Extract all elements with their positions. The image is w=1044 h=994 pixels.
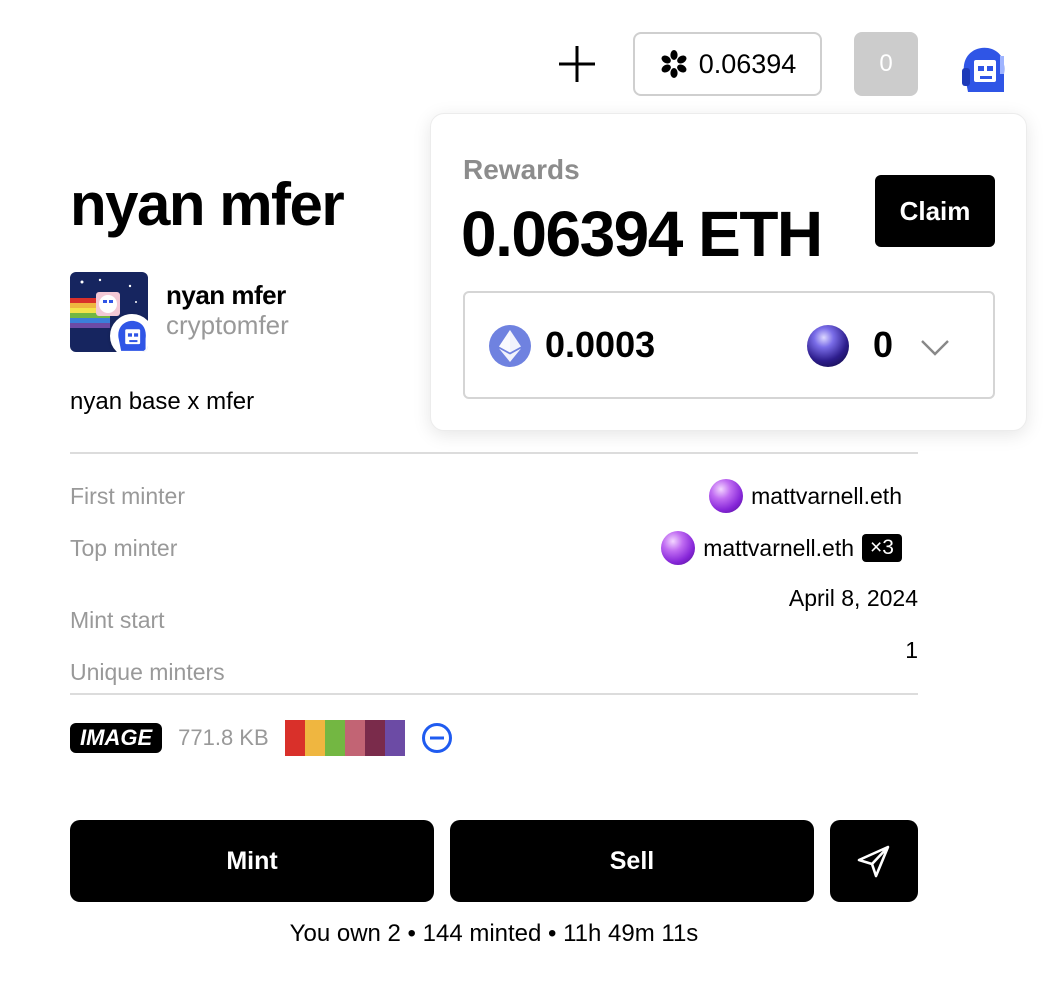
- top-minter-row: Top minter mattvarnell.eth ×3: [70, 528, 918, 568]
- mint-start-row: Mint start April 8, 2024: [70, 578, 918, 633]
- user-avatar[interactable]: [956, 42, 1012, 98]
- ethereum-icon: [489, 325, 531, 367]
- plus-icon: [559, 46, 595, 82]
- share-button[interactable]: [830, 820, 918, 902]
- color-swatch: [364, 720, 385, 756]
- creator-handle: cryptomfer: [166, 310, 289, 340]
- balance-value: 0.06394: [698, 48, 797, 79]
- creator-name: nyan mfer: [166, 280, 286, 310]
- create-button[interactable]: [555, 42, 599, 86]
- unique-minters-row: Unique minters 1: [70, 630, 918, 685]
- notification-count: 0: [879, 50, 893, 77]
- asterisk-icon: [661, 50, 687, 78]
- minter-avatar-icon: [709, 479, 744, 513]
- color-swatch: [344, 720, 365, 756]
- token-description: nyan base x mfer: [70, 388, 255, 415]
- media-type-tag: IMAGE: [70, 723, 163, 753]
- notification-count-button[interactable]: 0: [854, 32, 918, 96]
- rewards-breakdown: 0.0003 0: [463, 291, 995, 399]
- token-reward-amount: 0: [873, 324, 894, 365]
- token-title: nyan mfer: [70, 171, 345, 238]
- first-minter-name: mattvarnell.eth: [751, 482, 902, 509]
- top-minter-name: mattvarnell.eth: [703, 534, 855, 561]
- eth-reward-amount: 0.0003: [545, 324, 656, 365]
- first-minter-label: First minter: [70, 482, 185, 509]
- media-meta: IMAGE 771.8 KB: [70, 720, 453, 756]
- color-swatch: [324, 720, 345, 756]
- file-size: 771.8 KB: [178, 725, 269, 750]
- rewards-label: Rewards: [463, 154, 580, 185]
- top-minter-label: Top minter: [70, 534, 178, 561]
- send-icon: [857, 845, 890, 878]
- top-minter-value[interactable]: mattvarnell.eth ×3: [661, 531, 902, 565]
- base-chain-icon[interactable]: [421, 722, 453, 754]
- rewards-amount: 0.06394 ETH: [461, 198, 823, 270]
- sell-button[interactable]: Sell: [450, 820, 814, 902]
- color-swatch: [304, 720, 325, 756]
- divider: [70, 693, 918, 695]
- ownership-status: You own 2 • 144 minted • 11h 49m 11s: [289, 920, 699, 947]
- minter-avatar-icon: [661, 531, 696, 565]
- mint-button-label: Mint: [226, 846, 278, 875]
- rewards-balance-button[interactable]: 0.06394: [633, 32, 822, 96]
- unique-minters-value: 1: [905, 636, 918, 663]
- claim-button-label: Claim: [899, 195, 971, 226]
- mfer-avatar-icon: [962, 47, 1005, 92]
- mint-count-badge: ×3: [862, 534, 902, 562]
- creator-avatar: [110, 314, 148, 352]
- first-minter-row: First minter mattvarnell.eth: [70, 476, 918, 516]
- sell-button-label: Sell: [609, 846, 655, 875]
- divider: [70, 452, 918, 454]
- mint-button[interactable]: Mint: [70, 820, 434, 902]
- first-minter-value[interactable]: mattvarnell.eth: [709, 479, 902, 513]
- unique-minters-label: Unique minters: [70, 658, 225, 685]
- chevron-down-icon[interactable]: [917, 329, 953, 365]
- rewards-popover: Rewards 0.06394 ETH Claim 0.0003 0: [430, 113, 1027, 431]
- mint-start-value: April 8, 2024: [788, 584, 918, 611]
- claim-button[interactable]: Claim: [875, 175, 995, 247]
- color-swatch: [284, 720, 305, 756]
- creator-info[interactable]: nyan mfer cryptomfer: [70, 272, 289, 352]
- token-sphere-icon: [807, 325, 849, 367]
- token-artwork-thumbnail: [70, 272, 148, 352]
- color-swatch: [384, 720, 405, 756]
- color-palette: [284, 720, 405, 756]
